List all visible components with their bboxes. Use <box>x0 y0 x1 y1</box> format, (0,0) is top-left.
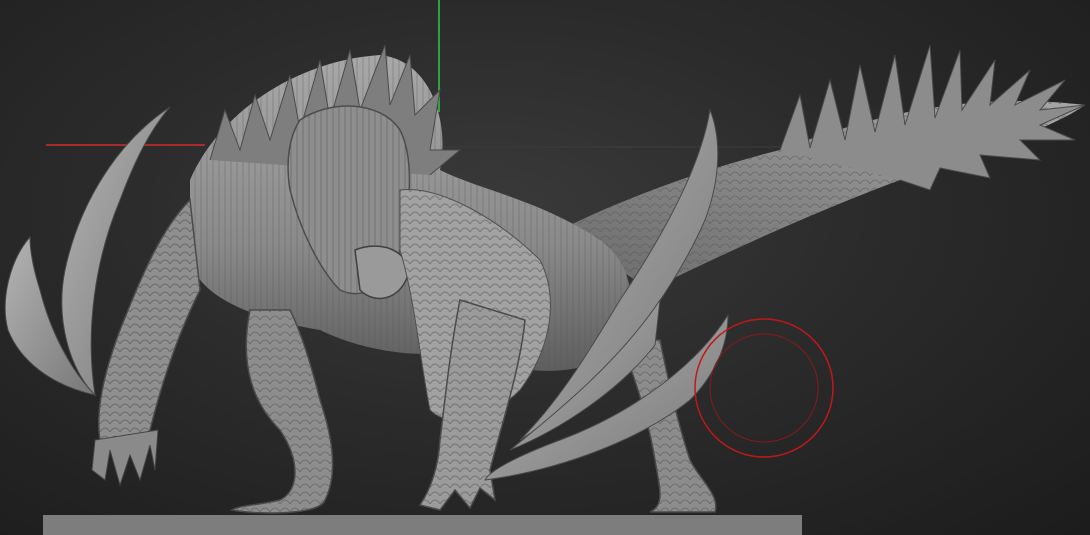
creature-left-arm <box>91 198 201 487</box>
creature-hind-leg-left <box>229 309 334 514</box>
circle-brush-icon[interactable] <box>694 318 834 458</box>
creature-tail <box>560 44 1086 290</box>
sculpt-canvas[interactable] <box>0 0 1090 535</box>
floor-base <box>43 515 802 535</box>
sculpt-viewport[interactable] <box>0 0 1090 535</box>
